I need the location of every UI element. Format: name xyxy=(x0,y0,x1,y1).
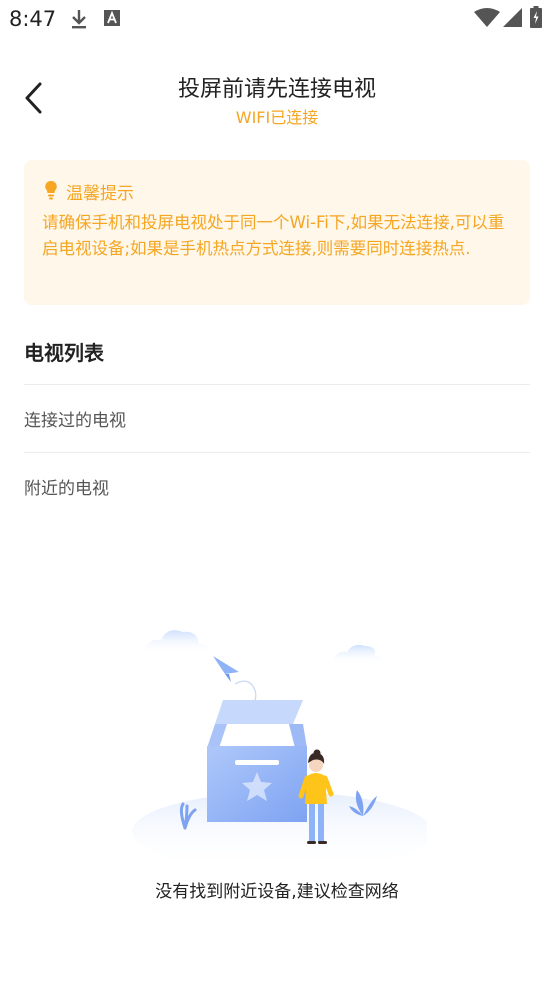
page-title: 投屏前请先连接电视 xyxy=(177,77,376,102)
download-icon xyxy=(72,10,86,29)
box-flap-right xyxy=(289,724,307,748)
wifi-status: WIFI已连接 xyxy=(235,108,319,127)
nearby-tvs-label: 附近的电视 xyxy=(24,479,109,499)
box-lid-back xyxy=(215,700,303,724)
connected-tvs-section[interactable]: 连接过的电视 xyxy=(24,386,530,452)
battery-icon xyxy=(530,6,542,28)
tip-body: 请确保手机和投屏电视处于同一个Wi-Fi下,如果无法连接,可以重启电视设备;如果… xyxy=(42,213,505,258)
lightbulb-icon xyxy=(45,180,57,200)
paper-plane xyxy=(213,656,239,674)
tip-box: 温馨提示 请确保手机和投屏电视处于同一个Wi-Fi下,如果无法连接,可以重启电视… xyxy=(24,160,530,305)
empty-box-illustration xyxy=(132,630,427,860)
tip-title: 温馨提示 xyxy=(66,184,134,204)
app-notification-icon xyxy=(104,10,120,26)
divider xyxy=(24,452,530,453)
connected-tvs-label: 连接过的电视 xyxy=(24,411,126,431)
cloud-right xyxy=(333,644,383,664)
box-flap-left xyxy=(207,724,227,748)
status-bar: 8:47 xyxy=(0,0,554,40)
cloud-left xyxy=(145,630,212,654)
status-time: 8:47 xyxy=(9,7,57,31)
wifi-icon xyxy=(474,8,500,27)
tv-list-title: 电视列表 xyxy=(24,341,104,365)
empty-state-message: 没有找到附近设备,建议检查网络 xyxy=(155,882,399,902)
cellular-signal-icon xyxy=(503,8,522,27)
divider xyxy=(24,384,530,385)
nearby-tvs-section[interactable]: 附近的电视 xyxy=(24,454,530,520)
